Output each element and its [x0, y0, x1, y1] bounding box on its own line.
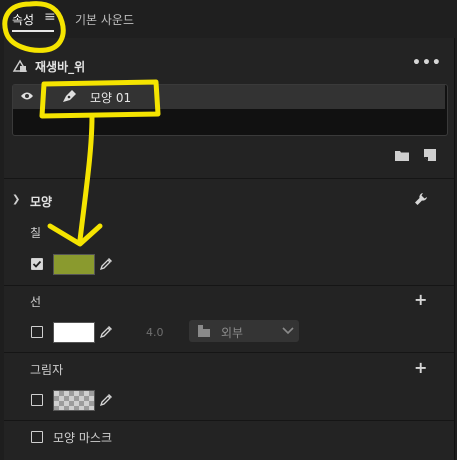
chevron-down-icon — [282, 327, 294, 335]
section-divider — [4, 352, 454, 353]
add-stroke-button[interactable]: + — [414, 290, 427, 309]
tab-properties[interactable]: 속성 — [12, 11, 34, 28]
add-shadow-button[interactable]: + — [414, 358, 427, 377]
new-group-folder-icon[interactable] — [395, 150, 409, 161]
fill-color-swatch[interactable] — [53, 254, 95, 275]
pen-tool-icon — [63, 90, 76, 102]
eyedropper-icon[interactable] — [99, 393, 113, 407]
stroke-color-swatch[interactable] — [53, 322, 95, 343]
tab-menu-icon[interactable]: ≡ — [44, 9, 56, 25]
active-tab-indicator — [12, 30, 54, 32]
shape-clip-icon — [12, 59, 28, 72]
shape-mask-label[interactable]: 모양 마스크 — [53, 429, 112, 446]
section-divider — [4, 178, 454, 179]
eyedropper-icon[interactable] — [99, 325, 113, 339]
panel-tabs — [0, 0, 457, 38]
shadow-label: 그림자 — [30, 363, 64, 377]
stroke-label: 선 — [30, 295, 42, 309]
checkmark-icon — [32, 260, 42, 268]
shadow-color-swatch[interactable] — [53, 390, 95, 411]
new-layer-icon[interactable] — [424, 149, 436, 161]
stroke-outer-icon — [198, 325, 210, 337]
wrench-icon[interactable] — [414, 192, 428, 206]
stroke-checkbox[interactable] — [31, 326, 43, 338]
layer-name[interactable]: 모양 01 — [90, 89, 131, 106]
more-options-icon[interactable]: ••• — [412, 55, 442, 71]
chevron-down-icon[interactable]: ❯ — [12, 194, 20, 205]
shape-section-title[interactable]: 모양 — [30, 193, 52, 210]
shadow-checkbox[interactable] — [31, 394, 43, 406]
stroke-width-value[interactable]: 4.0 — [146, 326, 164, 339]
section-divider — [4, 285, 454, 286]
eyedropper-icon[interactable] — [99, 257, 113, 271]
section-divider — [4, 420, 454, 421]
shape-mask-checkbox[interactable] — [31, 431, 43, 443]
fill-label: 칠 — [30, 226, 42, 240]
stroke-position-label: 외부 — [221, 326, 244, 340]
clip-title: 재생바_위 — [35, 60, 86, 74]
eye-icon[interactable] — [20, 90, 34, 102]
tab-essential-sound[interactable]: 기본 사운드 — [75, 11, 134, 28]
